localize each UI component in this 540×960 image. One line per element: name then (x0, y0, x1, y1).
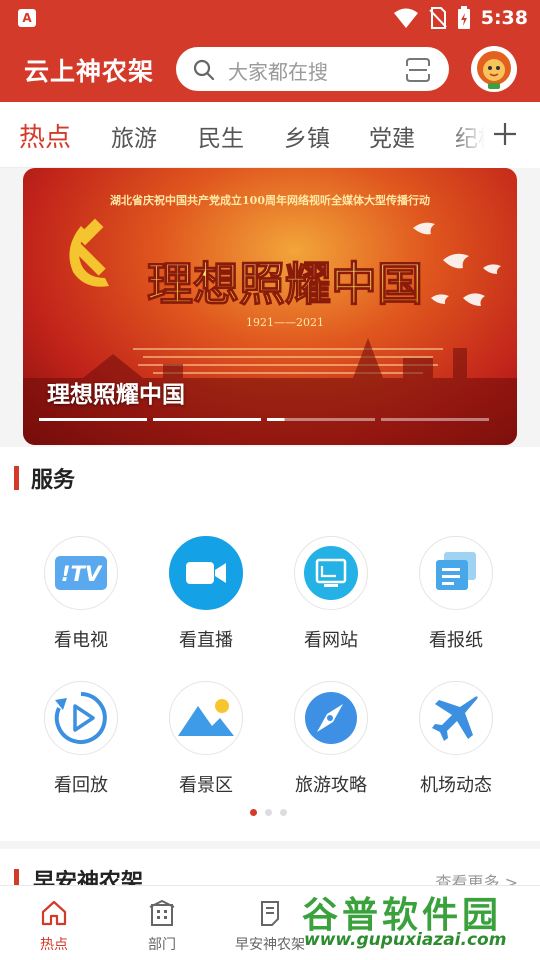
search-placeholder: 大家都在搜 (228, 60, 328, 84)
newspaper-icon (436, 552, 476, 590)
lion-mascot-icon (472, 47, 516, 91)
morning-section: 早安神农架 查看更多 > (0, 849, 540, 895)
wifi-icon (393, 8, 418, 28)
banner-tagline: 湖北省庆祝中国共产党成立100周年网络视听全媒体大型传播行动 (110, 193, 430, 207)
channel-tabs: 热点 旅游 民生 乡镇 党建 纪检 (0, 102, 540, 168)
battery-icon (457, 6, 470, 29)
service-label: 机场动态 (420, 775, 492, 796)
avatar[interactable] (471, 46, 517, 92)
add-channel-icon[interactable] (490, 119, 520, 149)
banner-carousel[interactable]: 湖北省庆祝中国共产党成立100周年网络视听全媒体大型传播行动 理想照耀中国 19… (23, 168, 517, 445)
tab-livelihood[interactable]: 民生 (198, 119, 244, 153)
service-live[interactable]: 看直播 (146, 536, 266, 652)
page-dot-1 (250, 809, 257, 816)
banner-years: 1921——2021 (246, 316, 324, 329)
service-replay[interactable]: 看回放 (21, 681, 141, 797)
banner-headline: 理想照耀中国 (147, 257, 423, 311)
service-label: 看直播 (179, 630, 233, 651)
banner-caption: 理想照耀中国 (47, 382, 185, 408)
watermark-url: www.gupuxiazai.com (304, 930, 507, 950)
service-tv[interactable]: !TV 看电视 (21, 536, 141, 652)
scenery-icon (178, 699, 234, 736)
banner-indicator-4 (381, 418, 489, 421)
service-scenery[interactable]: 看景区 (146, 681, 266, 797)
app-notification-icon: A (18, 9, 36, 27)
search-icon (193, 59, 215, 81)
tab-travel[interactable]: 旅游 (111, 119, 157, 153)
banner-indicator-1 (39, 418, 147, 421)
banner-indicator-2 (153, 418, 261, 421)
services-page-indicator (250, 809, 287, 816)
page-dot-3 (280, 809, 287, 816)
service-label: 看景区 (179, 775, 233, 796)
app-title: 云上神农架 (24, 57, 155, 86)
section-marker (14, 466, 19, 490)
status-time: 5:38 (480, 7, 528, 29)
hammer-sickle-icon (69, 218, 109, 287)
website-icon (304, 546, 358, 600)
home-icon (41, 900, 67, 926)
service-website[interactable]: 看网站 (271, 536, 391, 652)
tab-towns[interactable]: 乡镇 (284, 119, 330, 153)
services-panel: 服务 !TV 看电视 看直播 看网站 看报纸 看回放 看景区 旅游攻略 机场动态 (0, 447, 540, 841)
page-dot-2 (265, 809, 272, 816)
building-icon (149, 899, 175, 926)
compass-icon (305, 692, 357, 744)
status-bar: A 5:38 (0, 0, 540, 36)
search-bar[interactable]: 大家都在搜 (176, 47, 449, 91)
service-label: 旅游攻略 (295, 775, 367, 796)
airplane-icon (432, 696, 478, 741)
scan-icon[interactable] (405, 57, 431, 83)
tab-hot[interactable]: 热点 (19, 117, 71, 154)
nav-label: 部门 (148, 937, 176, 953)
service-label: 看电视 (54, 630, 108, 651)
banner-indicator-3 (267, 418, 375, 421)
nav-hot[interactable]: 热点 (0, 898, 108, 954)
nav-departments[interactable]: 部门 (108, 898, 216, 954)
services-title: 服务 (31, 468, 76, 493)
nav-label: 热点 (40, 937, 68, 953)
service-travel-guide[interactable]: 旅游攻略 (271, 681, 391, 797)
services-header: 服务 (14, 462, 75, 494)
notes-icon (261, 901, 279, 926)
app-header: A 5:38 云上神农架 大家都在搜 (0, 0, 540, 102)
tv-icon: !TV (55, 556, 107, 590)
service-airport[interactable]: 机场动态 (396, 681, 516, 797)
banner-indicator (39, 418, 489, 421)
replay-icon (54, 692, 107, 744)
service-label: 看网站 (304, 630, 358, 651)
tab-party[interactable]: 党建 (369, 119, 415, 153)
service-newspaper[interactable]: 看报纸 (396, 536, 516, 652)
service-label: 看回放 (54, 775, 108, 796)
video-camera-icon (186, 562, 226, 584)
watermark: 谷普软件园 www.gupuxiazai.com (296, 886, 540, 956)
svg-text:!TV: !TV (61, 562, 103, 586)
no-sim-icon (429, 7, 447, 29)
service-label: 看报纸 (429, 630, 483, 651)
